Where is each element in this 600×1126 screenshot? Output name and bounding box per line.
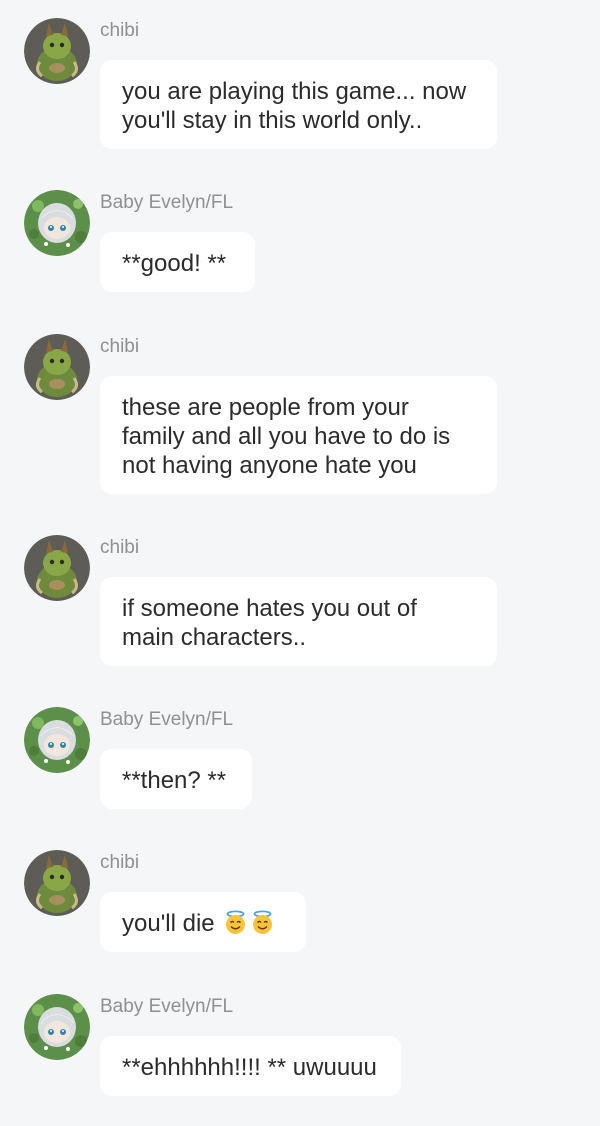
sender-name: chibi: [100, 336, 140, 357]
chibi-avatar-icon: [24, 535, 90, 601]
message-bubble: these are people from your family and al…: [100, 376, 497, 494]
message-bubble: you are playing this game... now you'll …: [100, 60, 497, 149]
sender-name: chibi: [100, 852, 140, 873]
message-bubble: **then? **: [100, 749, 252, 809]
avatar[interactable]: [24, 18, 90, 84]
message-bubble: you'll die: [100, 892, 306, 952]
message-bubble: **ehhhhhh!!!! ** uwuuuu: [100, 1036, 401, 1096]
sender-name: chibi: [100, 537, 140, 558]
sender-name: chibi: [100, 20, 140, 41]
chibi-avatar-icon: [24, 334, 90, 400]
message-text: if someone hates you out of main charact…: [122, 595, 417, 651]
message-text: you are playing this game... now you'll …: [122, 78, 467, 134]
message-bubble: **good! **: [100, 232, 255, 292]
message-text: you'll die: [122, 910, 215, 937]
sender-name: Baby Evelyn/FL: [100, 192, 234, 213]
chibi-avatar-icon: [24, 18, 90, 84]
message-text: **then? **: [122, 767, 227, 794]
avatar[interactable]: [24, 707, 90, 773]
evelyn-avatar-icon: [24, 994, 90, 1060]
avatar[interactable]: [24, 850, 90, 916]
avatar[interactable]: [24, 334, 90, 400]
chat-log: chibi you are playing this game... now y…: [0, 0, 600, 1126]
sender-name: Baby Evelyn/FL: [100, 996, 234, 1017]
chibi-avatar-icon: [24, 850, 90, 916]
evelyn-avatar-icon: [24, 190, 90, 256]
smiling-face-with-halo-icon: [250, 910, 275, 935]
avatar[interactable]: [24, 994, 90, 1060]
message-text: **ehhhhhh!!!! ** uwuuuu: [122, 1054, 377, 1081]
sender-name: Baby Evelyn/FL: [100, 709, 234, 730]
smiling-face-with-halo-icon: [223, 910, 248, 935]
message-text: these are people from your family and al…: [122, 394, 451, 479]
message-text: **good! **: [122, 250, 227, 277]
avatar[interactable]: [24, 535, 90, 601]
evelyn-avatar-icon: [24, 707, 90, 773]
message-bubble: if someone hates you out of main charact…: [100, 577, 497, 666]
avatar[interactable]: [24, 190, 90, 256]
